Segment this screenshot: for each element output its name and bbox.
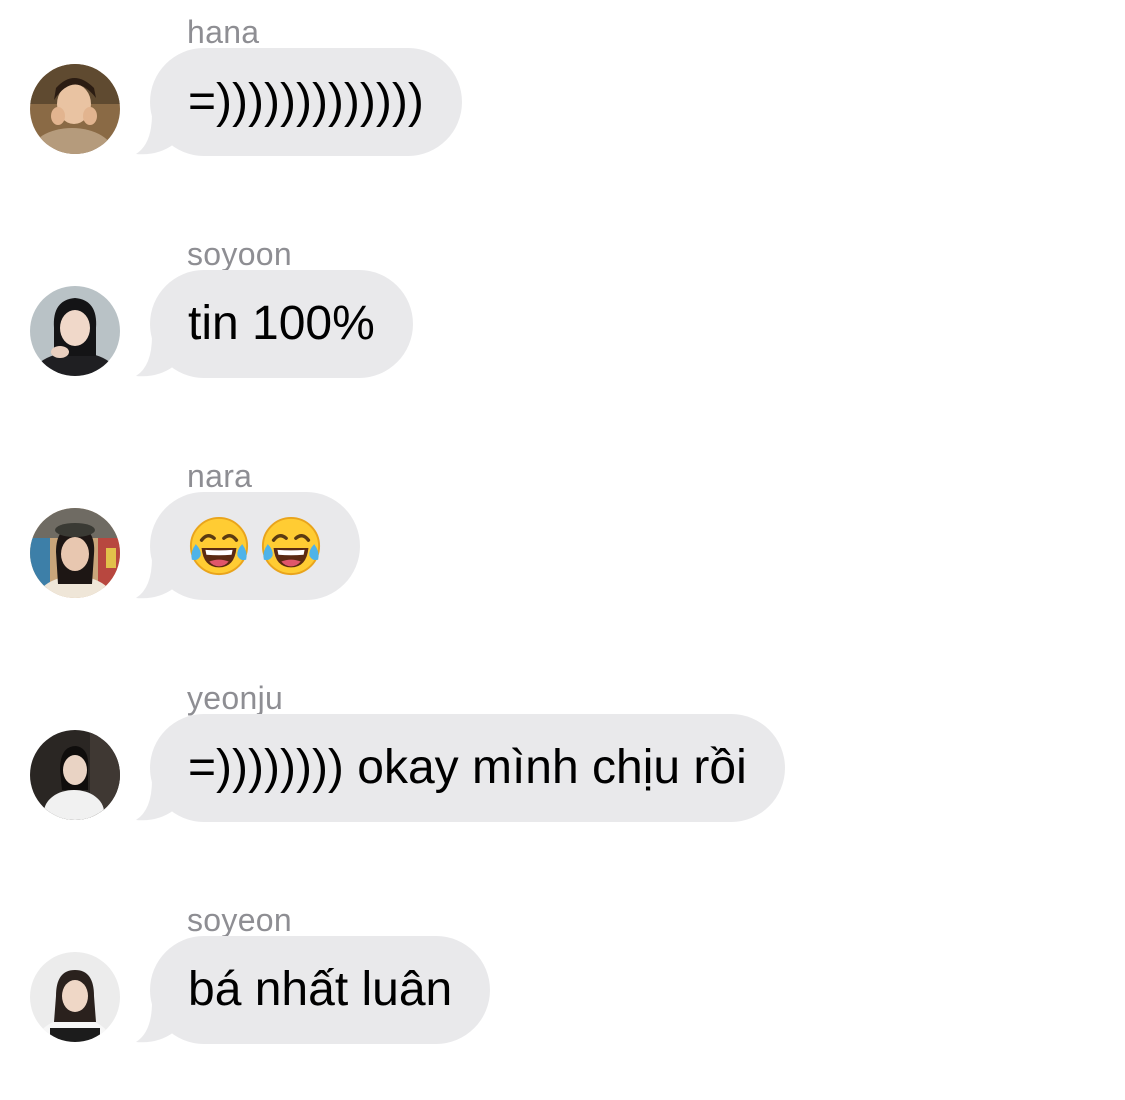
chat-transcript: hana =))))))))))))) soyoon tin 100% nara…	[0, 0, 1125, 1075]
avatar[interactable]	[30, 508, 120, 598]
sender-name: nara	[187, 458, 253, 494]
avatar[interactable]	[30, 730, 120, 820]
face-with-tears-of-joy-icon	[189, 516, 249, 576]
profile-photo-hana	[30, 64, 120, 154]
message-group: nara	[0, 456, 1125, 656]
profile-photo-soyoon	[30, 286, 120, 376]
profile-photo-soyeon	[30, 952, 120, 1042]
sender-name: soyeon	[187, 902, 292, 938]
message-bubble[interactable]: bá nhất luân	[150, 936, 491, 1044]
profile-photo-nara	[30, 508, 120, 598]
sender-name: hana	[187, 14, 260, 50]
message-bubble[interactable]: =)))))))) okay mình chịu rồi	[150, 714, 785, 822]
avatar[interactable]	[30, 286, 120, 376]
message-bubble[interactable]: =)))))))))))))	[150, 48, 462, 156]
message-bubble[interactable]: tin 100%	[150, 270, 413, 378]
message-group: hana =)))))))))))))	[0, 12, 1125, 212]
avatar[interactable]	[30, 952, 120, 1042]
sender-name: yeonju	[187, 680, 284, 716]
sender-name: soyoon	[187, 236, 292, 272]
face-with-tears-of-joy-icon	[261, 516, 321, 576]
message-group: soyoon tin 100%	[0, 234, 1125, 434]
profile-photo-yeonju	[30, 730, 120, 820]
message-bubble[interactable]	[150, 492, 360, 600]
message-group: yeonju =)))))))) okay mình chịu rồi	[0, 678, 1125, 878]
message-group: soyeon bá nhất luân	[0, 900, 1125, 1100]
emoji-row	[188, 492, 322, 600]
avatar[interactable]	[30, 64, 120, 154]
